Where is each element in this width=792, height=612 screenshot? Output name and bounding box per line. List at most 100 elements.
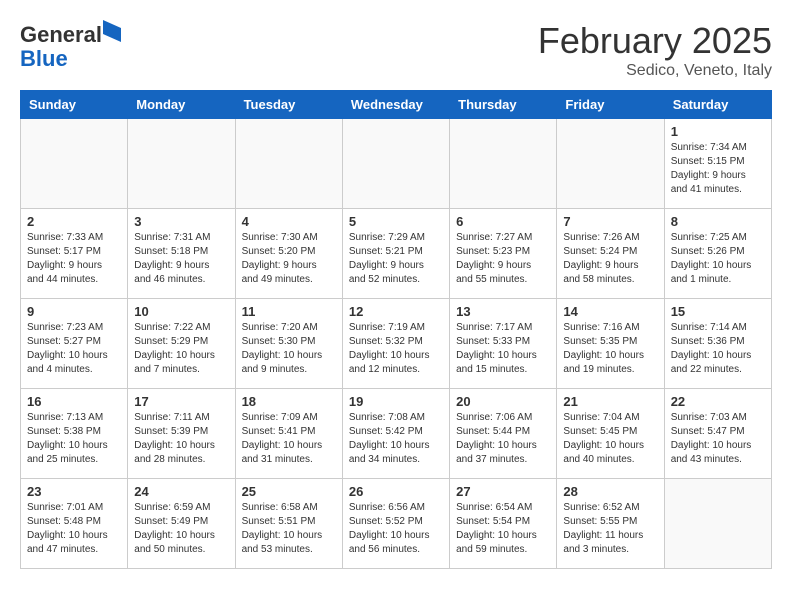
weekday-header-sunday: Sunday [21,91,128,119]
day-info: Sunrise: 7:14 AM Sunset: 5:36 PM Dayligh… [671,321,765,377]
day-number: 4 [242,214,336,229]
calendar-cell: 17 Sunrise: 7:11 AM Sunset: 5:39 PM Dayli… [128,389,235,479]
day-number: 3 [134,214,228,229]
day-number: 6 [456,214,550,229]
day-number: 16 [27,394,121,409]
day-number: 9 [27,304,121,319]
calendar-table: SundayMondayTuesdayWednesdayThursdayFrid… [20,90,772,569]
day-info: Sunrise: 7:17 AM Sunset: 5:33 PM Dayligh… [456,321,550,377]
day-number: 18 [242,394,336,409]
day-number: 1 [671,124,765,139]
day-number: 27 [456,484,550,499]
day-number: 10 [134,304,228,319]
day-info: Sunrise: 7:20 AM Sunset: 5:30 PM Dayligh… [242,321,336,377]
week-row-2: 2 Sunrise: 7:33 AM Sunset: 5:17 PM Daylig… [21,209,772,299]
calendar-cell [128,119,235,209]
logo: General Blue [20,20,121,71]
weekday-header-friday: Friday [557,91,664,119]
location-subtitle: Sedico, Veneto, Italy [538,62,772,80]
day-info: Sunrise: 7:25 AM Sunset: 5:26 PM Dayligh… [671,231,765,287]
calendar-cell: 27 Sunrise: 6:54 AM Sunset: 5:54 PM Dayli… [450,479,557,569]
day-info: Sunrise: 6:54 AM Sunset: 5:54 PM Dayligh… [456,501,550,557]
calendar-cell: 12 Sunrise: 7:19 AM Sunset: 5:32 PM Dayli… [342,299,449,389]
logo-blue: Blue [20,46,68,71]
day-info: Sunrise: 6:58 AM Sunset: 5:51 PM Dayligh… [242,501,336,557]
day-info: Sunrise: 7:11 AM Sunset: 5:39 PM Dayligh… [134,411,228,467]
day-number: 5 [349,214,443,229]
day-info: Sunrise: 7:31 AM Sunset: 5:18 PM Dayligh… [134,231,228,287]
calendar-cell: 3 Sunrise: 7:31 AM Sunset: 5:18 PM Daylig… [128,209,235,299]
calendar-cell [342,119,449,209]
week-row-4: 16Sunrise: 7:13 AM Sunset: 5:38 PM Dayli… [21,389,772,479]
calendar-cell [664,479,771,569]
calendar-cell: 15 Sunrise: 7:14 AM Sunset: 5:36 PM Dayli… [664,299,771,389]
day-number: 28 [563,484,657,499]
week-row-1: 1 Sunrise: 7:34 AM Sunset: 5:15 PM Daylig… [21,119,772,209]
weekday-header-thursday: Thursday [450,91,557,119]
day-number: 22 [671,394,765,409]
day-number: 7 [563,214,657,229]
day-info: Sunrise: 7:30 AM Sunset: 5:20 PM Dayligh… [242,231,336,287]
day-number: 11 [242,304,336,319]
calendar-cell: 6 Sunrise: 7:27 AM Sunset: 5:23 PM Daylig… [450,209,557,299]
title-block: February 2025 Sedico, Veneto, Italy [538,20,772,80]
day-info: Sunrise: 7:26 AM Sunset: 5:24 PM Dayligh… [563,231,657,287]
weekday-header-monday: Monday [128,91,235,119]
calendar-cell: 13 Sunrise: 7:17 AM Sunset: 5:33 PM Dayli… [450,299,557,389]
calendar-cell [235,119,342,209]
calendar-cell: 21 Sunrise: 7:04 AM Sunset: 5:45 PM Dayli… [557,389,664,479]
day-info: Sunrise: 7:19 AM Sunset: 5:32 PM Dayligh… [349,321,443,377]
calendar-cell: 26Sunrise: 6:56 AM Sunset: 5:52 PM Dayli… [342,479,449,569]
day-number: 21 [563,394,657,409]
calendar-cell [450,119,557,209]
day-info: Sunrise: 7:04 AM Sunset: 5:45 PM Dayligh… [563,411,657,467]
day-info: Sunrise: 6:59 AM Sunset: 5:49 PM Dayligh… [134,501,228,557]
day-info: Sunrise: 7:27 AM Sunset: 5:23 PM Dayligh… [456,231,550,287]
weekday-header-row: SundayMondayTuesdayWednesdayThursdayFrid… [21,91,772,119]
day-info: Sunrise: 7:09 AM Sunset: 5:41 PM Dayligh… [242,411,336,467]
calendar-cell: 23Sunrise: 7:01 AM Sunset: 5:48 PM Dayli… [21,479,128,569]
logo-icon [103,20,121,42]
day-info: Sunrise: 7:16 AM Sunset: 5:35 PM Dayligh… [563,321,657,377]
day-info: Sunrise: 7:29 AM Sunset: 5:21 PM Dayligh… [349,231,443,287]
logo-general: General [20,22,102,47]
calendar-cell: 16Sunrise: 7:13 AM Sunset: 5:38 PM Dayli… [21,389,128,479]
calendar-cell: 10 Sunrise: 7:22 AM Sunset: 5:29 PM Dayli… [128,299,235,389]
calendar-cell: 14 Sunrise: 7:16 AM Sunset: 5:35 PM Dayli… [557,299,664,389]
day-info: Sunrise: 7:22 AM Sunset: 5:29 PM Dayligh… [134,321,228,377]
day-info: Sunrise: 7:33 AM Sunset: 5:17 PM Dayligh… [27,231,121,287]
day-info: Sunrise: 7:06 AM Sunset: 5:44 PM Dayligh… [456,411,550,467]
day-info: Sunrise: 7:01 AM Sunset: 5:48 PM Dayligh… [27,501,121,557]
calendar-cell: 18 Sunrise: 7:09 AM Sunset: 5:41 PM Dayli… [235,389,342,479]
day-number: 15 [671,304,765,319]
day-number: 24 [134,484,228,499]
day-number: 14 [563,304,657,319]
calendar-cell: 2 Sunrise: 7:33 AM Sunset: 5:17 PM Daylig… [21,209,128,299]
day-info: Sunrise: 7:23 AM Sunset: 5:27 PM Dayligh… [27,321,121,377]
calendar-cell: 9 Sunrise: 7:23 AM Sunset: 5:27 PM Daylig… [21,299,128,389]
calendar-cell: 8Sunrise: 7:25 AM Sunset: 5:26 PM Daylig… [664,209,771,299]
day-number: 12 [349,304,443,319]
page-header: General Blue February 2025 Sedico, Venet… [20,20,772,80]
calendar-cell: 25Sunrise: 6:58 AM Sunset: 5:51 PM Dayli… [235,479,342,569]
calendar-cell: 4 Sunrise: 7:30 AM Sunset: 5:20 PM Daylig… [235,209,342,299]
calendar-cell [21,119,128,209]
calendar-cell [557,119,664,209]
day-number: 26 [349,484,443,499]
calendar-cell: 24 Sunrise: 6:59 AM Sunset: 5:49 PM Dayli… [128,479,235,569]
day-info: Sunrise: 7:34 AM Sunset: 5:15 PM Dayligh… [671,141,765,197]
calendar-cell: 20Sunrise: 7:06 AM Sunset: 5:44 PM Dayli… [450,389,557,479]
calendar-cell: 28 Sunrise: 6:52 AM Sunset: 5:55 PM Dayli… [557,479,664,569]
month-title: February 2025 [538,20,772,62]
weekday-header-tuesday: Tuesday [235,91,342,119]
week-row-5: 23Sunrise: 7:01 AM Sunset: 5:48 PM Dayli… [21,479,772,569]
calendar-cell: 22 Sunrise: 7:03 AM Sunset: 5:47 PM Dayli… [664,389,771,479]
day-number: 2 [27,214,121,229]
day-number: 13 [456,304,550,319]
day-info: Sunrise: 7:03 AM Sunset: 5:47 PM Dayligh… [671,411,765,467]
calendar-cell: 19Sunrise: 7:08 AM Sunset: 5:42 PM Dayli… [342,389,449,479]
calendar-cell: 5 Sunrise: 7:29 AM Sunset: 5:21 PM Daylig… [342,209,449,299]
day-number: 17 [134,394,228,409]
day-info: Sunrise: 6:52 AM Sunset: 5:55 PM Dayligh… [563,501,657,557]
calendar-cell: 11 Sunrise: 7:20 AM Sunset: 5:30 PM Dayli… [235,299,342,389]
